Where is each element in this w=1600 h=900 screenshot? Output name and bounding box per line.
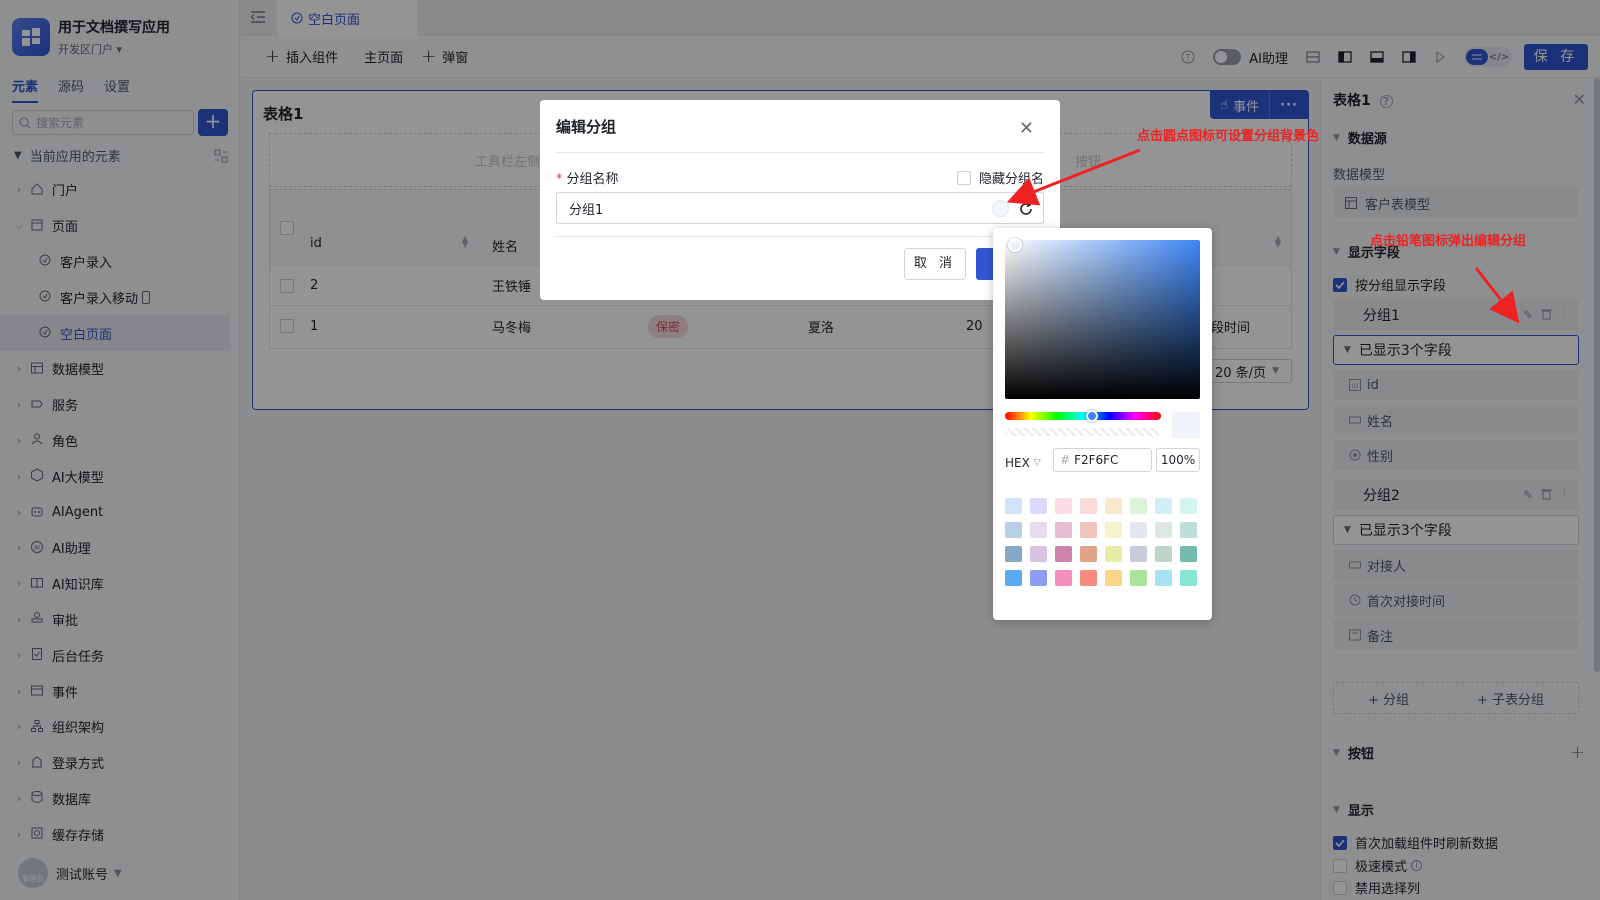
input-value: 分组1 [569, 202, 604, 218]
color-swatch[interactable] [1155, 546, 1172, 562]
color-swatch[interactable] [1180, 570, 1197, 586]
checkbox-unchecked[interactable] [956, 170, 971, 185]
color-swatch[interactable] [1005, 522, 1022, 538]
chevron-down-icon: ▽ [1033, 458, 1041, 468]
option-label: 隐藏分组名 [978, 172, 1044, 187]
color-swatch[interactable] [1105, 546, 1122, 562]
divider [556, 152, 1044, 153]
color-swatch[interactable] [1155, 570, 1172, 586]
group-name-label: * 分组名称 [556, 168, 619, 187]
color-swatch[interactable] [1155, 498, 1172, 514]
color-swatch[interactable] [1080, 522, 1097, 538]
cancel-button[interactable]: 取 消 [904, 248, 966, 280]
color-swatch[interactable] [1180, 546, 1197, 562]
color-swatch[interactable] [1005, 498, 1022, 514]
color-swatch[interactable] [1055, 498, 1072, 514]
hash-symbol: # [1060, 453, 1071, 467]
color-swatch[interactable] [1130, 498, 1147, 514]
color-swatch[interactable] [1130, 522, 1147, 538]
app-window: 用于文档撰写应用 开发区门户 ▾ 元素 源码 设置 搜索元素 + ▼ 当前应用的… [0, 0, 1600, 900]
required-mark: * [556, 172, 563, 187]
color-swatch[interactable] [1005, 546, 1022, 562]
hex-input[interactable]: # F2F6FC [1053, 448, 1152, 472]
hue-handle[interactable] [1086, 410, 1098, 422]
edit-group-dialog: 编辑分组 ✕ * 分组名称 隐藏分组名 分组1 取 消 [540, 100, 1060, 300]
color-swatch[interactable] [1005, 570, 1022, 586]
color-swatch[interactable] [1080, 546, 1097, 562]
color-swatch[interactable] [1130, 546, 1147, 562]
hex-value: F2F6FC [1074, 453, 1119, 467]
color-swatch[interactable] [1105, 522, 1122, 538]
color-swatch[interactable] [1105, 570, 1122, 586]
hide-group-name-option[interactable]: 隐藏分组名 [956, 168, 1044, 187]
color-picker-popover: HEX ▽ # F2F6FC 100% [993, 228, 1212, 620]
color-swatch[interactable] [1055, 546, 1072, 562]
saturation-value-area[interactable] [1005, 238, 1200, 399]
color-mode-select[interactable]: HEX ▽ [1005, 456, 1041, 470]
color-swatch[interactable] [1180, 522, 1197, 538]
annotation-color-dot: 点击圆点图标可设置分组背景色 [1137, 129, 1320, 144]
alpha-input[interactable]: 100% [1156, 448, 1200, 472]
color-swatch[interactable] [1180, 498, 1197, 514]
label-text: 分组名称 [566, 172, 619, 187]
color-swatch[interactable] [1030, 522, 1047, 538]
alpha-slider[interactable] [1005, 428, 1161, 436]
color-swatch[interactable] [1030, 570, 1047, 586]
color-swatch[interactable] [1030, 498, 1047, 514]
color-swatch[interactable] [1030, 546, 1047, 562]
color-swatch[interactable] [1055, 570, 1072, 586]
color-swatch[interactable] [1055, 522, 1072, 538]
group-name-input[interactable]: 分组1 [556, 192, 1044, 224]
reset-color-icon[interactable] [1017, 200, 1035, 218]
mode-label: HEX [1005, 456, 1030, 470]
close-icon[interactable]: ✕ [1019, 118, 1034, 139]
color-swatch[interactable] [1105, 498, 1122, 514]
color-swatch[interactable] [1130, 570, 1147, 586]
color-swatch[interactable] [1080, 498, 1097, 514]
color-swatch[interactable] [1080, 570, 1097, 586]
dialog-title: 编辑分组 [556, 118, 617, 136]
preset-swatches [1005, 498, 1200, 586]
annotation-pencil: 点击铅笔图标弹出编辑分组 [1370, 234, 1527, 249]
color-preview [1172, 412, 1200, 438]
color-swatch[interactable] [1155, 522, 1172, 538]
color-dot-icon[interactable] [992, 200, 1009, 217]
sv-handle[interactable] [1008, 238, 1022, 252]
hue-slider[interactable] [1005, 412, 1161, 420]
divider [556, 236, 1044, 237]
